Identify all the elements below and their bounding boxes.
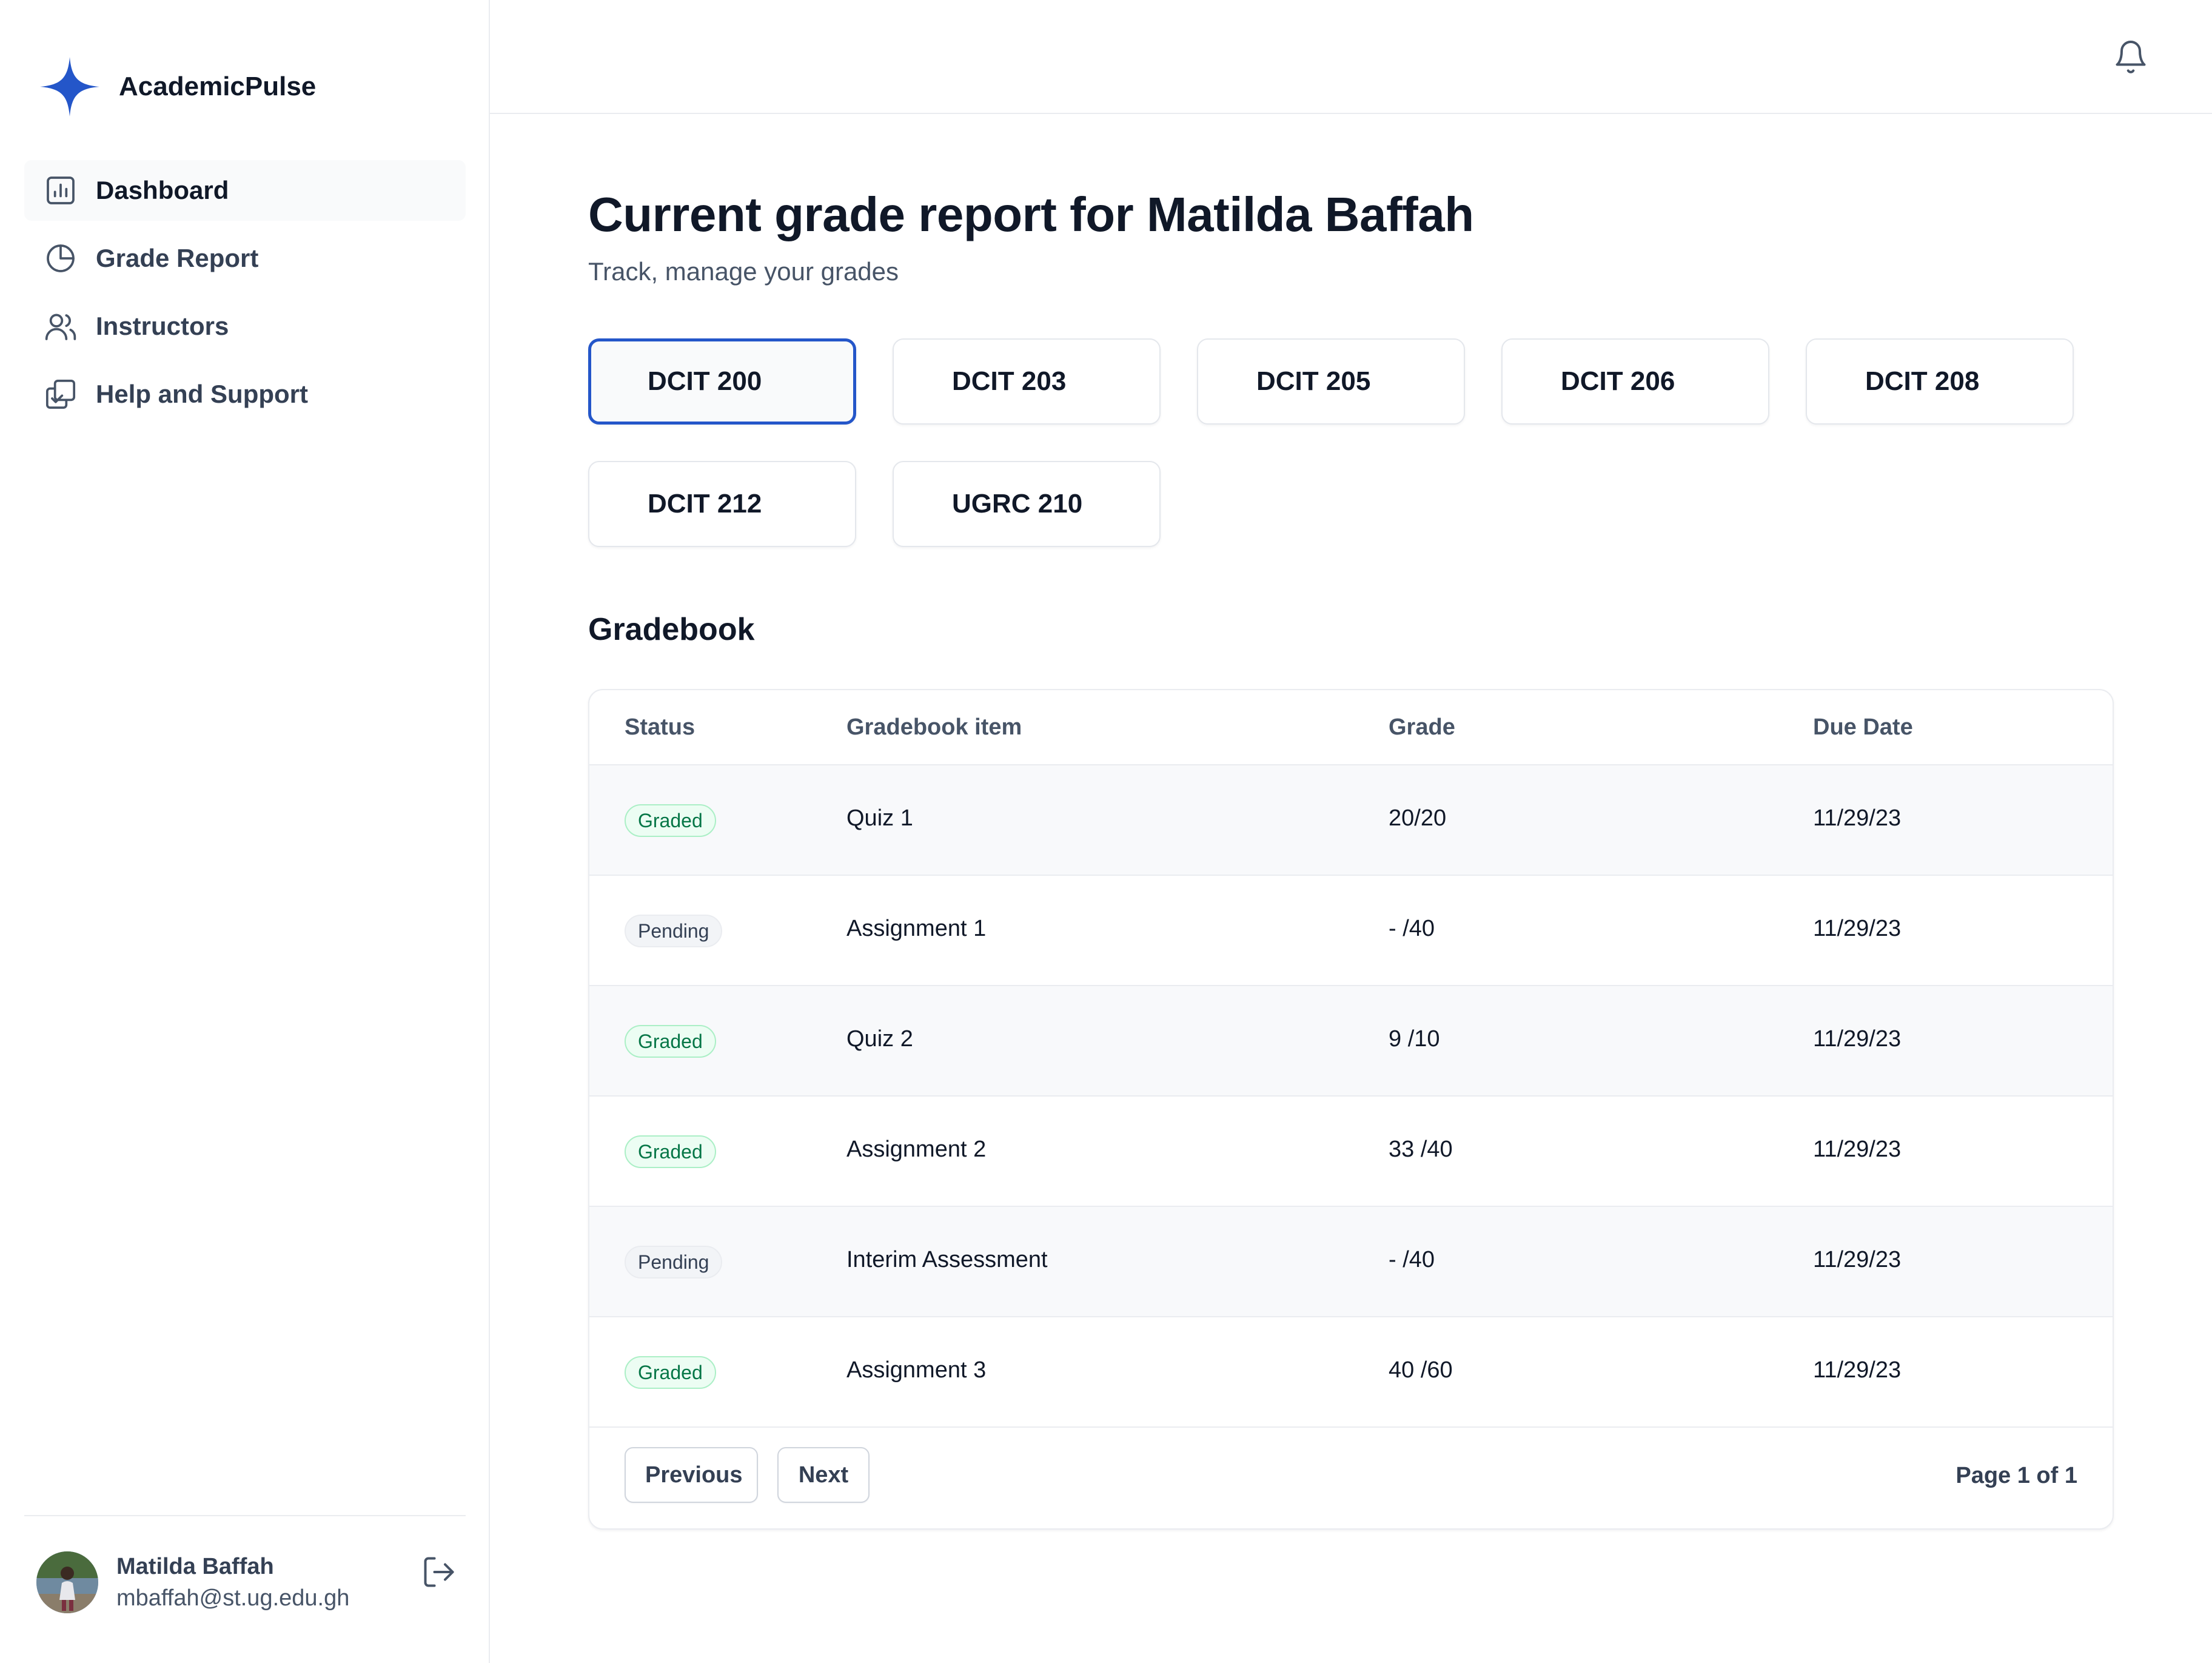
brand[interactable]: AcademicPulse xyxy=(39,56,316,118)
column-header-grade[interactable]: Grade xyxy=(1389,714,1455,741)
next-button[interactable]: Next xyxy=(777,1447,870,1503)
copy-check-icon xyxy=(44,377,78,411)
user-email: mbaffah@st.ug.edu.gh xyxy=(116,1585,350,1611)
status-badge: Pending xyxy=(625,1246,723,1278)
grade-value: 20/20 xyxy=(1389,805,1447,831)
due-date: 11/29/23 xyxy=(1813,916,1902,941)
table-pagination: Previous Next Page 1 of 1 xyxy=(589,1428,2113,1528)
gradebook-item: Assignment 1 xyxy=(846,916,987,941)
sidebar-item-label: Help and Support xyxy=(96,380,308,408)
app-name: AcademicPulse xyxy=(119,72,317,101)
sidebar-item-label: Dashboard xyxy=(96,176,229,204)
due-date: 11/29/23 xyxy=(1813,1026,1902,1052)
avatar-photo-icon xyxy=(36,1551,98,1613)
user-profile: Matilda Baffah mbaffah@st.ug.edu.gh xyxy=(24,1515,466,1663)
bell-icon[interactable] xyxy=(2113,39,2149,75)
previous-button[interactable]: Previous xyxy=(625,1447,758,1503)
status-badge: Graded xyxy=(625,1356,716,1389)
course-button-dcit-203[interactable]: DCIT 203 xyxy=(893,338,1161,425)
sidebar-item-label: Instructors xyxy=(96,312,229,340)
sidebar-item-help-and-support[interactable]: Help and Support xyxy=(24,364,466,425)
column-header-status[interactable]: Status xyxy=(625,714,695,741)
gradebook-item: Quiz 1 xyxy=(846,805,913,831)
status-badge: Pending xyxy=(625,915,723,947)
status-badge: Graded xyxy=(625,804,716,837)
table-row[interactable]: Pending Assignment 1 - /40 11/29/23 xyxy=(589,876,2113,986)
grade-value: - /40 xyxy=(1389,1247,1435,1272)
column-header-gradebook-item[interactable]: Gradebook item xyxy=(846,714,1022,741)
course-button-dcit-206[interactable]: DCIT 206 xyxy=(1501,338,1769,425)
app-root: AcademicPulse Dashboard Grade Report Ins… xyxy=(0,0,2212,1663)
table-row[interactable]: Pending Interim Assessment - /40 11/29/2… xyxy=(589,1207,2113,1317)
page-subtitle: Track, manage your grades xyxy=(588,257,899,286)
due-date: 11/29/23 xyxy=(1813,1137,1902,1162)
user-name: Matilda Baffah xyxy=(116,1554,274,1579)
page-indicator: Page 1 of 1 xyxy=(1956,1463,2077,1488)
sidebar-item-grade-report[interactable]: Grade Report xyxy=(24,228,466,289)
status-badge: Graded xyxy=(625,1135,716,1168)
sidebar-nav: Dashboard Grade Report Instructors Help … xyxy=(24,160,466,432)
table-header: Status Gradebook item Grade Due Date xyxy=(589,690,2113,765)
due-date: 11/29/23 xyxy=(1813,805,1902,831)
grade-value: 33 /40 xyxy=(1389,1137,1453,1162)
sidebar-item-instructors[interactable]: Instructors xyxy=(24,296,466,357)
course-button-ugrc-210[interactable]: UGRC 210 xyxy=(893,461,1161,547)
due-date: 11/29/23 xyxy=(1813,1357,1902,1383)
sidebar-item-dashboard[interactable]: Dashboard xyxy=(24,160,466,221)
course-button-dcit-200[interactable]: DCIT 200 xyxy=(588,338,856,425)
gradebook-item: Assignment 3 xyxy=(846,1357,987,1383)
course-button-dcit-208[interactable]: DCIT 208 xyxy=(1806,338,2074,425)
course-button-dcit-205[interactable]: DCIT 205 xyxy=(1197,338,1465,425)
sparkle-logo-icon xyxy=(40,57,99,116)
gradebook-item: Assignment 2 xyxy=(846,1137,987,1162)
gradebook-table: Status Gradebook item Grade Due Date Gra… xyxy=(588,689,2114,1530)
gradebook-title: Gradebook xyxy=(588,612,755,647)
gradebook-item: Quiz 2 xyxy=(846,1026,913,1052)
logout-icon[interactable] xyxy=(421,1554,457,1590)
table-row[interactable]: Graded Quiz 1 20/20 11/29/23 xyxy=(589,765,2113,876)
top-bar xyxy=(490,0,2212,114)
gradebook-item: Interim Assessment xyxy=(846,1247,1048,1272)
pie-chart-icon xyxy=(44,241,78,275)
column-header-due-date[interactable]: Due Date xyxy=(1813,714,1913,741)
table-row[interactable]: Graded Assignment 2 33 /40 11/29/23 xyxy=(589,1097,2113,1207)
page-title: Current grade report for Matilda Baffah xyxy=(588,187,1474,241)
grade-value: - /40 xyxy=(1389,916,1435,941)
grade-value: 40 /60 xyxy=(1389,1357,1453,1383)
users-icon xyxy=(44,309,78,343)
due-date: 11/29/23 xyxy=(1813,1247,1902,1272)
table-row[interactable]: Graded Assignment 3 40 /60 11/29/23 xyxy=(589,1317,2113,1428)
course-button-dcit-212[interactable]: DCIT 212 xyxy=(588,461,856,547)
sidebar: AcademicPulse Dashboard Grade Report Ins… xyxy=(0,0,490,1663)
sidebar-item-label: Grade Report xyxy=(96,244,259,272)
table-body: Graded Quiz 1 20/20 11/29/23 Pending Ass… xyxy=(589,765,2113,1428)
status-badge: Graded xyxy=(625,1025,716,1058)
avatar[interactable] xyxy=(36,1551,98,1613)
bar-chart-icon xyxy=(44,173,78,207)
table-row[interactable]: Graded Quiz 2 9 /10 11/29/23 xyxy=(589,986,2113,1097)
grade-value: 9 /10 xyxy=(1389,1026,1440,1052)
